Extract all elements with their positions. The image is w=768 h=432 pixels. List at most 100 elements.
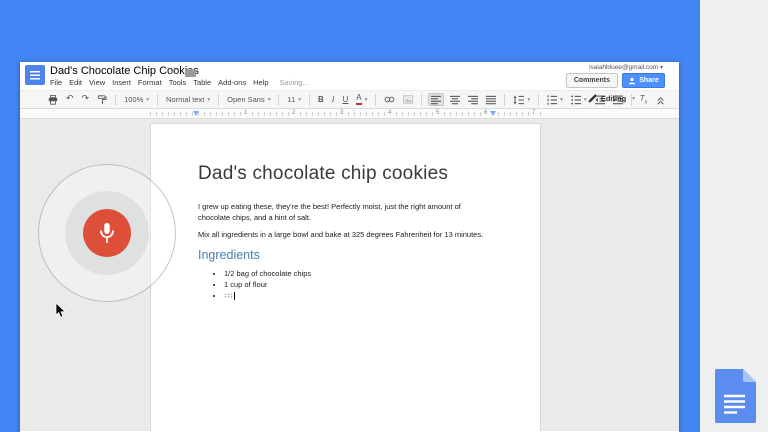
pencil-icon xyxy=(588,94,597,103)
print-icon xyxy=(48,95,58,105)
image-icon xyxy=(403,95,413,104)
toolbar-divider xyxy=(421,94,422,106)
account-email: isaiahbluee@gmail.com xyxy=(589,64,658,71)
align-center-button[interactable] xyxy=(448,93,462,106)
align-justify-button[interactable] xyxy=(484,93,498,106)
italic-button[interactable]: I xyxy=(330,93,337,106)
ruler-mark: 6 xyxy=(483,110,488,116)
ruler[interactable]: 1 2 3 4 5 6 7 xyxy=(20,109,679,119)
right-indent-marker[interactable] xyxy=(490,111,496,116)
chevron-down-icon: ▾ xyxy=(560,97,563,103)
undo-button[interactable]: ↶ xyxy=(64,93,76,106)
menu-table[interactable]: Table xyxy=(193,78,211,87)
saving-status: Saving... xyxy=(280,78,309,87)
docs-logo-lines xyxy=(30,71,40,80)
text-color-button[interactable]: A▾ xyxy=(354,93,369,106)
align-justify-icon xyxy=(486,95,496,105)
star-icon[interactable]: ☆ xyxy=(169,66,178,77)
share-button[interactable]: Share xyxy=(622,73,665,88)
chevron-down-icon: ▾ xyxy=(632,96,635,102)
list-item-dictating[interactable] xyxy=(224,290,492,301)
chevron-down-icon: ▾ xyxy=(207,97,210,103)
hide-menus-button[interactable] xyxy=(656,96,665,108)
menu-addons[interactable]: Add-ons xyxy=(218,78,246,87)
print-button[interactable] xyxy=(46,93,60,106)
align-left-button[interactable] xyxy=(428,93,444,106)
zoom-select[interactable]: 100%▾ xyxy=(122,93,151,106)
italic-label: I xyxy=(332,95,335,104)
comments-button[interactable]: Comments xyxy=(566,73,618,88)
line-spacing-icon xyxy=(513,95,524,105)
font-select[interactable]: Open Sans▾ xyxy=(225,93,272,106)
menu-edit[interactable]: Edit xyxy=(69,78,82,87)
ruler-mark: 5 xyxy=(435,110,440,116)
comments-button-label: Comments xyxy=(574,77,610,84)
redo-icon: ↷ xyxy=(82,95,90,104)
doc-paragraph[interactable]: Mix all ingredients in a large bowl and … xyxy=(198,229,492,240)
google-docs-file-icon[interactable] xyxy=(715,369,756,423)
clear-formatting-label: Tx xyxy=(640,94,648,106)
numbered-list-button[interactable]: ▾ xyxy=(545,93,565,106)
ruler-mark: 4 xyxy=(387,110,392,116)
toolbar-divider xyxy=(157,94,158,106)
ruler-mark: 3 xyxy=(339,110,344,116)
ruler-mark: 1 xyxy=(243,110,248,116)
align-right-button[interactable] xyxy=(466,93,480,106)
menu-insert[interactable]: Insert xyxy=(112,78,131,87)
line-spacing-button[interactable]: ▾ xyxy=(511,93,532,106)
font-name-value: Open Sans xyxy=(227,95,265,104)
paragraph-style-select[interactable]: Normal text▾ xyxy=(164,93,212,106)
bulleted-list-button[interactable]: ▾ xyxy=(569,93,589,106)
document-page[interactable]: Dad's chocolate chip cookies I grew up e… xyxy=(150,123,541,431)
undo-icon: ↶ xyxy=(66,95,74,104)
paragraph-style-value: Normal text xyxy=(166,95,204,104)
app-header: Dad's Chocolate Chip Cookies ☆ File Edit… xyxy=(20,62,679,90)
paint-format-button[interactable] xyxy=(95,93,109,106)
zoom-value: 100% xyxy=(124,95,143,104)
paint-roller-icon xyxy=(97,95,107,105)
chevron-down-icon: ▾ xyxy=(527,97,530,103)
chevron-down-icon: ▾ xyxy=(146,97,149,103)
list-item[interactable]: 1/2 bag of chocolate chips xyxy=(224,268,492,279)
menu-file[interactable]: File xyxy=(50,78,62,87)
underline-label: U xyxy=(342,95,348,104)
folder-icon[interactable] xyxy=(185,68,196,77)
toolbar-divider xyxy=(309,94,310,106)
clear-formatting-button[interactable]: Tx xyxy=(638,93,650,106)
menu-help[interactable]: Help xyxy=(253,78,268,87)
account-menu[interactable]: isaiahbluee@gmail.com ▾ xyxy=(589,64,663,71)
insert-link-button[interactable] xyxy=(382,93,397,106)
ruler-mark: 7 xyxy=(531,110,536,116)
chevron-down-icon: ▾ xyxy=(584,97,587,103)
person-icon xyxy=(628,77,636,85)
doc-section-heading[interactable]: Ingredients xyxy=(198,247,492,263)
ruler-mark: 2 xyxy=(291,110,296,116)
bold-label: B xyxy=(318,95,324,104)
font-size-select[interactable]: 11▾ xyxy=(285,93,303,106)
toolbar-divider xyxy=(278,94,279,106)
toolbar-divider xyxy=(375,94,376,106)
toolbar-divider xyxy=(218,94,219,106)
chevron-down-icon: ▾ xyxy=(660,64,663,71)
doc-heading[interactable]: Dad's chocolate chip cookies xyxy=(198,162,492,186)
mode-select[interactable]: Editing ▾ xyxy=(588,94,635,103)
microphone-button[interactable] xyxy=(83,209,131,257)
menu-format[interactable]: Format xyxy=(138,78,162,87)
align-center-icon xyxy=(450,95,460,105)
toolbar-divider xyxy=(504,94,505,106)
mouse-pointer xyxy=(55,303,67,319)
font-size-value: 11 xyxy=(287,95,295,104)
redo-button[interactable]: ↷ xyxy=(80,93,92,106)
bold-button[interactable]: B xyxy=(316,93,326,106)
left-indent-marker[interactable] xyxy=(193,111,199,116)
insert-image-button[interactable] xyxy=(401,93,415,106)
docs-logo-icon[interactable] xyxy=(25,65,45,85)
menu-tools[interactable]: Tools xyxy=(169,78,187,87)
link-icon xyxy=(384,95,395,104)
numbered-list-icon xyxy=(547,95,557,105)
menu-view[interactable]: View xyxy=(89,78,105,87)
doc-paragraph[interactable]: I grew up eating these, they're the best… xyxy=(198,201,492,223)
underline-button[interactable]: U xyxy=(340,93,350,106)
list-item[interactable]: 1 cup of flour xyxy=(224,279,492,290)
menu-bar: File Edit View Insert Format Tools Table… xyxy=(50,78,309,87)
